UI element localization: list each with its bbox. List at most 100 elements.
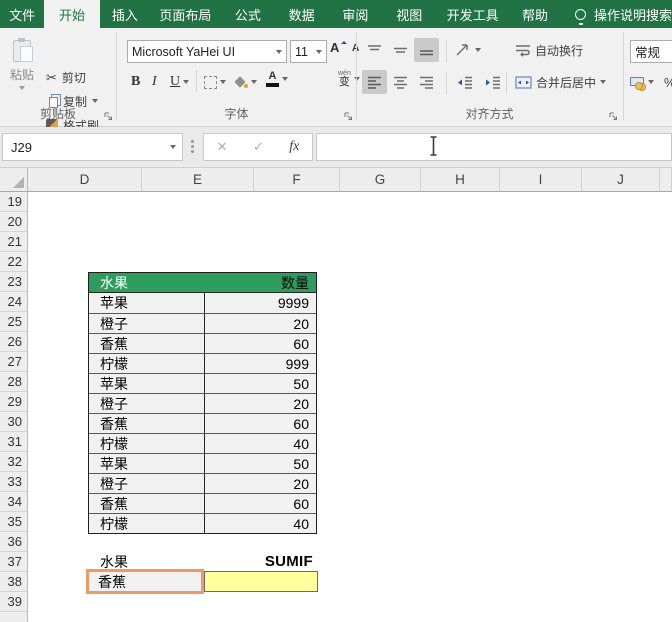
column-header-partial[interactable] (660, 168, 672, 191)
fruit-cell[interactable]: 香蕉 (89, 414, 204, 433)
qty-cell[interactable]: 20 (204, 314, 315, 333)
qty-cell[interactable]: 50 (204, 374, 315, 393)
row-header[interactable]: 30 (0, 412, 27, 432)
fruit-cell[interactable]: 柠檬 (89, 434, 204, 453)
alignment-dialog-launcher[interactable] (609, 112, 618, 121)
bold-button[interactable]: B (131, 72, 140, 92)
tell-me-search[interactable]: 操作说明搜索 (594, 0, 672, 28)
font-dialog-launcher[interactable] (344, 112, 353, 121)
font-color-button[interactable]: A (266, 69, 288, 89)
fill-color-button[interactable] (235, 72, 257, 92)
row-header[interactable]: 36 (0, 532, 27, 552)
decrease-indent-button[interactable] (452, 70, 477, 94)
tab-home[interactable]: 开始 (44, 0, 100, 28)
header-cell-qty[interactable]: 数量 (204, 273, 315, 292)
row-header-partial[interactable] (0, 612, 27, 622)
qty-cell[interactable]: 60 (204, 494, 315, 513)
column-header-d[interactable]: D (28, 168, 142, 191)
borders-button[interactable] (204, 72, 226, 92)
qty-cell[interactable]: 20 (204, 474, 315, 493)
fruit-cell[interactable]: 苹果 (89, 454, 204, 473)
align-center-button[interactable] (388, 70, 413, 94)
column-header-g[interactable]: G (340, 168, 421, 191)
fruit-cell[interactable]: 苹果 (89, 293, 204, 313)
percent-style-button[interactable]: % (664, 72, 672, 92)
tab-developer[interactable]: 开发工具 (436, 0, 509, 28)
font-size-combo[interactable]: 11 (290, 40, 327, 63)
row-header[interactable]: 38 (0, 572, 27, 592)
wrap-text-button[interactable]: 自动换行 (512, 38, 586, 62)
number-format-combo[interactable]: 常规 (630, 40, 672, 63)
column-header-f[interactable]: F (254, 168, 340, 191)
column-header-h[interactable]: H (421, 168, 500, 191)
tab-data[interactable]: 数据 (275, 0, 329, 28)
row-header[interactable]: 22 (0, 252, 27, 272)
align-middle-button[interactable] (388, 38, 413, 62)
row-header[interactable]: 31 (0, 432, 27, 452)
row-header[interactable]: 28 (0, 372, 27, 392)
qty-cell[interactable]: 9999 (204, 293, 315, 313)
fruit-cell[interactable]: 橙子 (89, 314, 204, 333)
qty-cell[interactable]: 50 (204, 454, 315, 473)
fruit-cell[interactable]: 柠檬 (89, 354, 204, 373)
qty-cell[interactable]: 999 (204, 354, 315, 373)
tab-review[interactable]: 审阅 (329, 0, 383, 28)
fruit-cell[interactable]: 橙子 (89, 394, 204, 413)
row-header[interactable]: 19 (0, 192, 27, 212)
tab-view[interactable]: 视图 (382, 0, 436, 28)
row-header[interactable]: 21 (0, 232, 27, 252)
fruit-cell[interactable]: 香蕉 (89, 494, 204, 513)
row-header[interactable]: 23 (0, 272, 27, 292)
row-header[interactable]: 29 (0, 392, 27, 412)
merge-center-button[interactable]: 合并后居中 (512, 70, 609, 94)
cells-canvas[interactable]: 水果 数量 苹果9999 橙子20 香蕉60 柠檬999 苹果50 橙子20 香… (28, 192, 672, 622)
fruit-cell[interactable]: 橙子 (89, 474, 204, 493)
row-header[interactable]: 32 (0, 452, 27, 472)
accounting-format-button[interactable] (630, 72, 654, 92)
qty-cell[interactable]: 60 (204, 334, 315, 353)
row-header[interactable]: 35 (0, 512, 27, 532)
align-bottom-button[interactable] (414, 38, 439, 62)
sumif-result-cell[interactable] (204, 571, 318, 592)
increase-indent-button[interactable] (480, 70, 505, 94)
tab-file[interactable]: 文件 (0, 0, 44, 28)
align-top-button[interactable] (362, 38, 387, 62)
row-header[interactable]: 37 (0, 552, 27, 572)
row-header[interactable]: 33 (0, 472, 27, 492)
tab-formulas[interactable]: 公式 (221, 0, 275, 28)
sumif-label-cell[interactable]: SUMIF (204, 551, 317, 571)
row-header[interactable]: 34 (0, 492, 27, 512)
tab-help[interactable]: 帮助 (509, 0, 561, 28)
underline-button[interactable]: U (170, 72, 189, 92)
qty-cell[interactable]: 40 (204, 514, 315, 533)
row-header[interactable]: 39 (0, 592, 27, 612)
font-name-combo[interactable]: Microsoft YaHei UI (127, 40, 287, 63)
qty-cell[interactable]: 40 (204, 434, 315, 453)
orientation-button[interactable] (452, 38, 484, 62)
row-header[interactable]: 25 (0, 312, 27, 332)
header-cell-fruit[interactable]: 水果 (89, 273, 204, 292)
clipboard-dialog-launcher[interactable] (104, 112, 113, 121)
row-header[interactable]: 27 (0, 352, 27, 372)
row-header[interactable]: 26 (0, 332, 27, 352)
cut-button[interactable]: ✂ 剪切 (46, 67, 86, 87)
cancel-icon[interactable]: ✕ (217, 139, 228, 155)
row-header[interactable]: 24 (0, 292, 27, 312)
tab-page-layout[interactable]: 页面布局 (150, 0, 221, 28)
insert-function-icon[interactable]: fx (289, 139, 299, 155)
fruit-cell[interactable]: 柠檬 (89, 514, 204, 533)
select-all-corner[interactable] (0, 168, 28, 191)
column-header-i[interactable]: I (500, 168, 582, 191)
enter-icon[interactable]: ✓ (253, 139, 264, 155)
fruit-cell[interactable]: 香蕉 (89, 334, 204, 353)
qty-cell[interactable]: 20 (204, 394, 315, 413)
formula-bar-grip[interactable] (191, 140, 194, 154)
column-header-j[interactable]: J (582, 168, 660, 191)
tab-insert[interactable]: 插入 (100, 0, 150, 28)
column-header-e[interactable]: E (142, 168, 254, 191)
qty-cell[interactable]: 60 (204, 414, 315, 433)
row-header[interactable]: 20 (0, 212, 27, 232)
italic-button[interactable]: I (152, 72, 157, 92)
align-left-button[interactable] (362, 70, 387, 94)
fruit-picker-cell[interactable]: 香蕉 (86, 569, 204, 594)
